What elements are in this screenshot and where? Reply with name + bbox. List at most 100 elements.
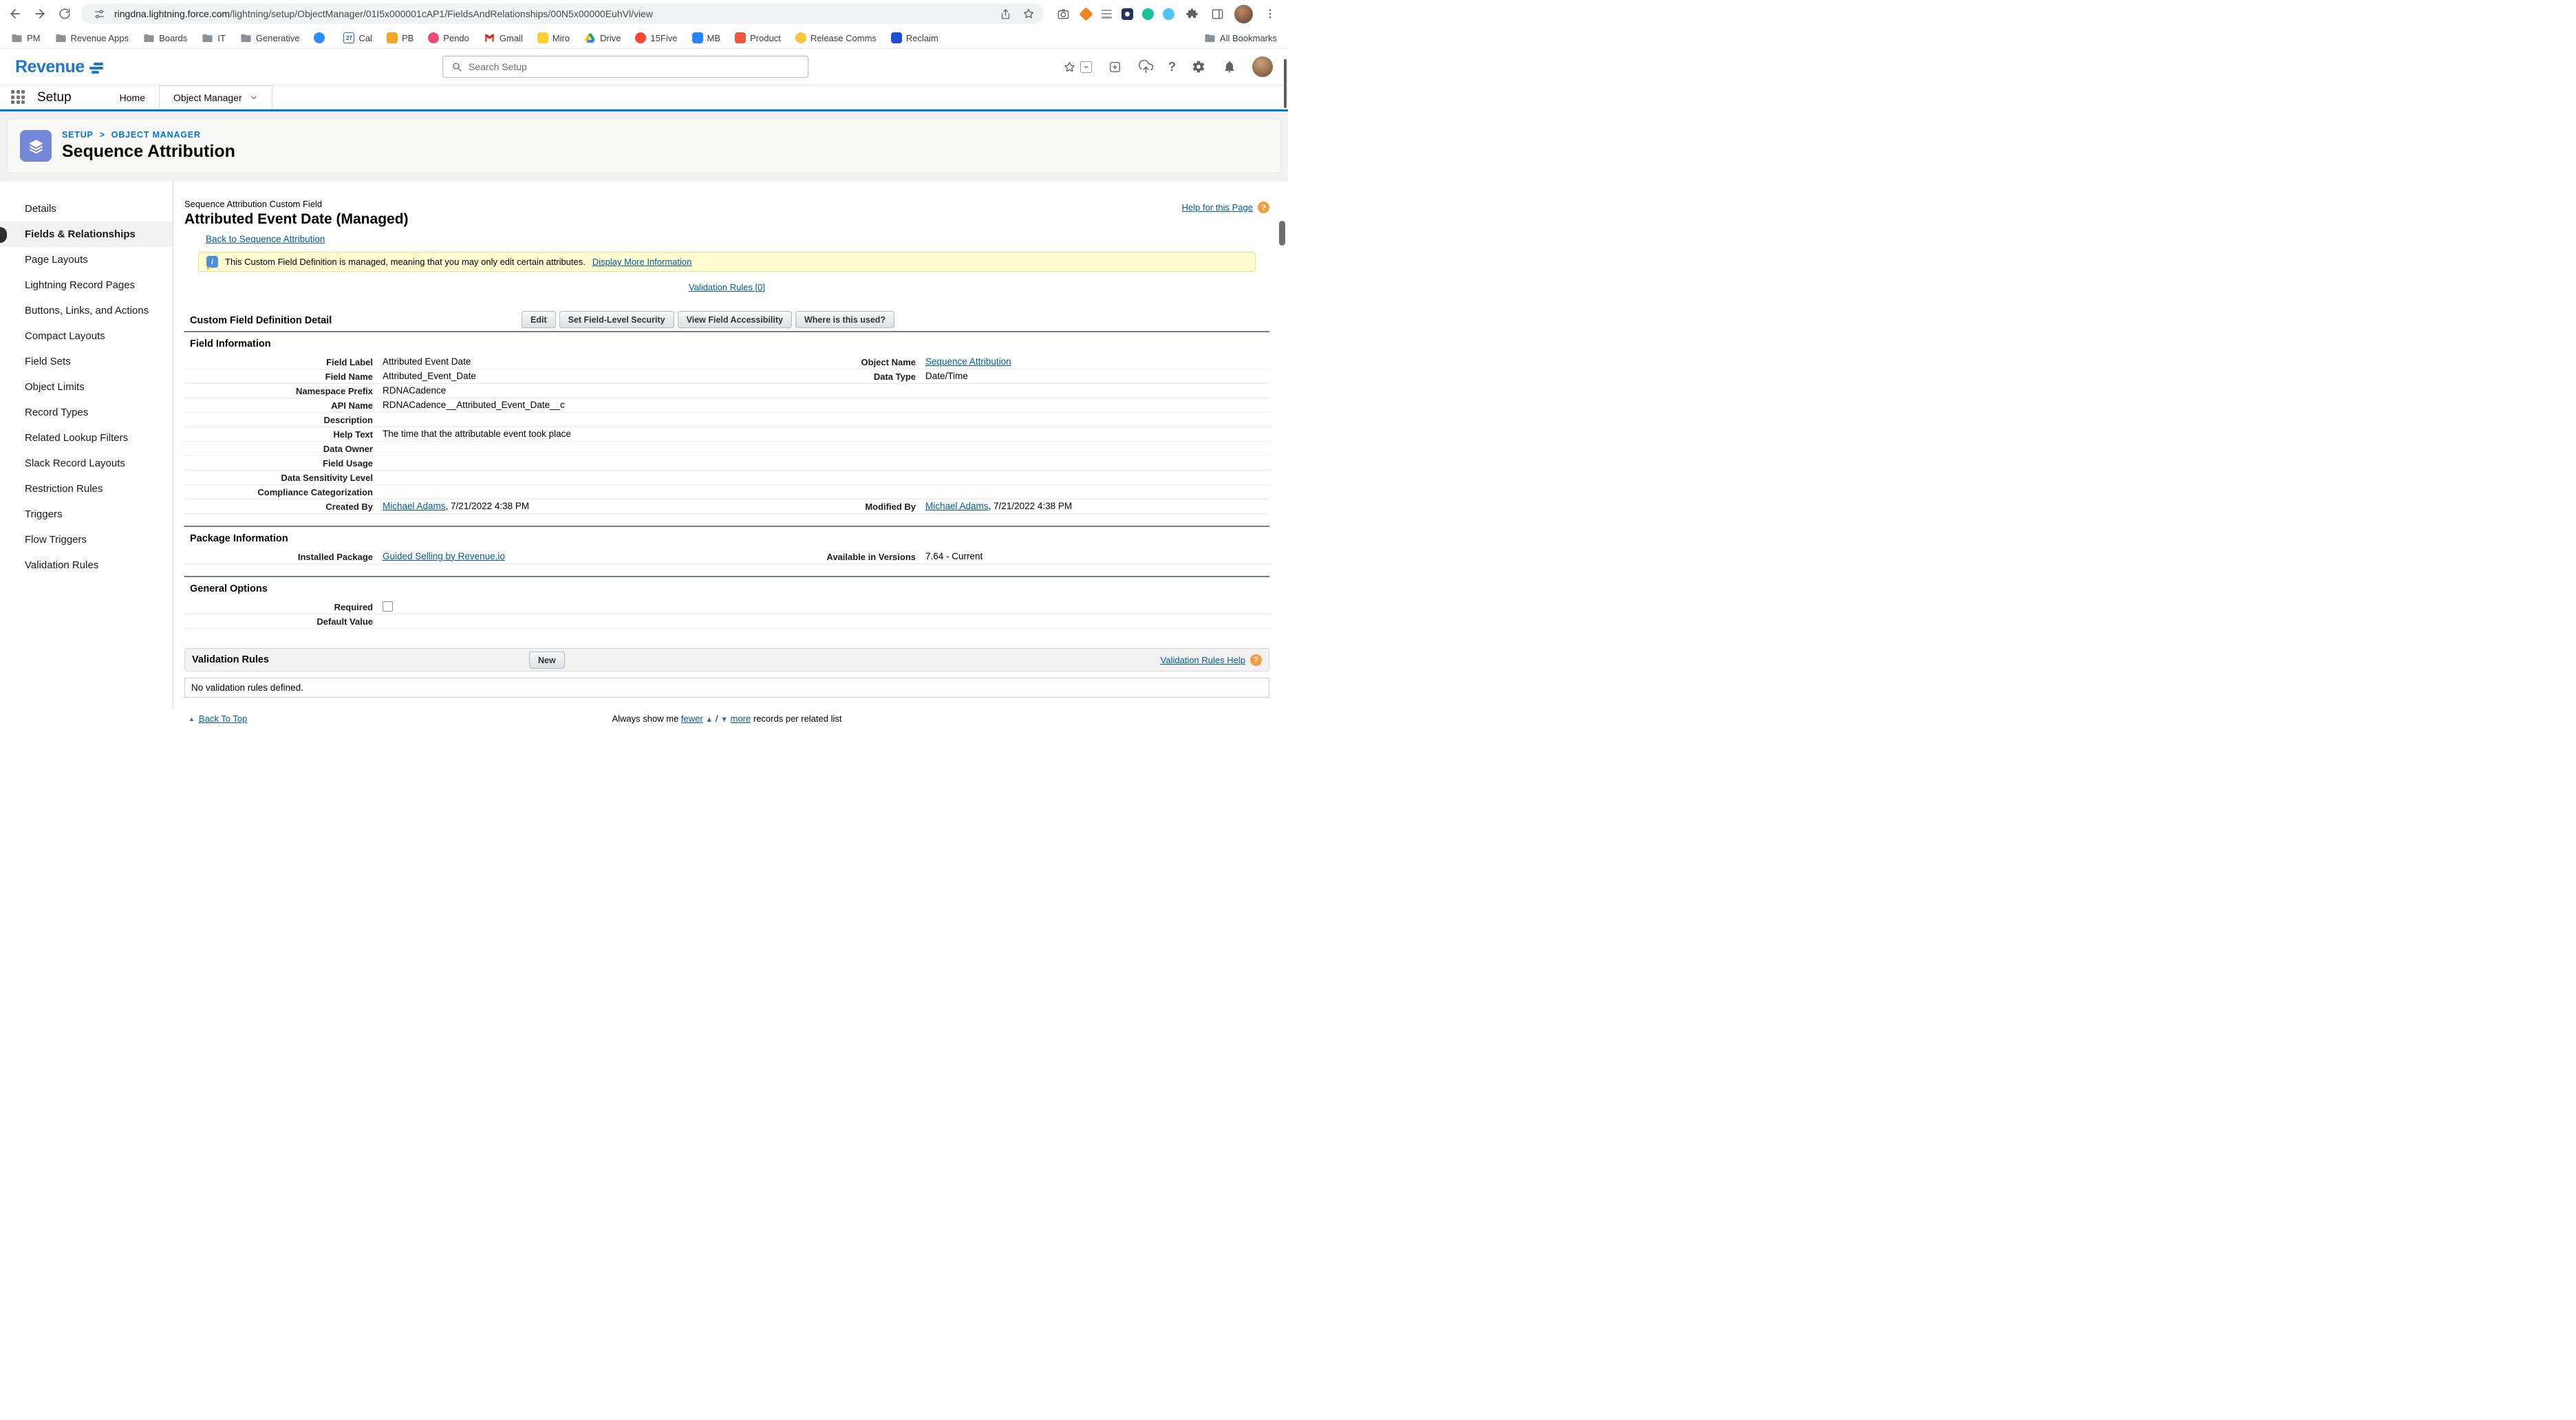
fewer-link[interactable]: fewer: [681, 713, 703, 724]
tab-object-manager[interactable]: Object Manager: [159, 85, 272, 109]
bookmark-unnamed[interactable]: [314, 32, 329, 43]
address-bar[interactable]: ringdna.lightning.force.com/lightning/se…: [81, 3, 1044, 24]
bookmark-product[interactable]: Product: [735, 32, 781, 43]
where-is-this-used-button[interactable]: Where is this used?: [795, 311, 894, 328]
bookmark-cal[interactable]: 27Cal: [343, 32, 372, 43]
help-for-page-icon[interactable]: ?: [1258, 202, 1269, 213]
sidebar-item-restriction-rules[interactable]: Restriction Rules: [0, 476, 173, 502]
detail-value: [925, 472, 1269, 484]
bookmark-drive[interactable]: Drive: [584, 32, 621, 44]
help-icon[interactable]: ?: [1168, 60, 1176, 74]
bookmark-star-icon[interactable]: [1020, 6, 1037, 22]
sidebar-item-buttons-links-actions[interactable]: Buttons, Links, and Actions: [0, 298, 173, 323]
bookmark-it[interactable]: IT: [202, 32, 226, 44]
display-more-information-link[interactable]: Display More Information: [592, 257, 692, 267]
extension-icon-2[interactable]: [1101, 8, 1113, 20]
back-to-object-link[interactable]: Back to Sequence Attribution: [206, 234, 325, 244]
breadcrumb-setup-link[interactable]: SETUP: [62, 130, 94, 140]
bookmark-label: Drive: [600, 33, 621, 43]
bookmark-revenue-apps[interactable]: Revenue Apps: [55, 32, 129, 44]
validation-rules-jump-link[interactable]: Validation Rules [0]: [689, 282, 765, 292]
tab-home[interactable]: Home: [106, 85, 159, 109]
bookmark-label: PB: [402, 33, 414, 43]
bookmark-reclaim[interactable]: Reclaim: [891, 32, 938, 43]
setup-search-box[interactable]: [442, 56, 808, 78]
browser-menu-icon[interactable]: [1262, 6, 1278, 22]
bookmark-generative[interactable]: Generative: [240, 32, 300, 44]
detail-row: Compliance Categorization: [184, 485, 1269, 499]
view-field-accessibility-button[interactable]: View Field Accessibility: [678, 311, 792, 328]
sidebar-item-object-limits[interactable]: Object Limits: [0, 374, 173, 400]
forward-icon[interactable]: [32, 6, 48, 22]
more-link[interactable]: more: [731, 713, 751, 724]
validation-rules-help-link[interactable]: Validation Rules Help: [1161, 655, 1245, 665]
reclaim-favicon: [891, 32, 902, 43]
browser-profile-avatar[interactable]: [1234, 5, 1253, 23]
favorites-star-icon[interactable]: [1061, 58, 1077, 75]
sidebar-item-triggers[interactable]: Triggers: [0, 502, 173, 527]
bookmark-mb[interactable]: MB: [692, 32, 721, 43]
fewer-arrow-icon[interactable]: ▲: [705, 716, 713, 724]
extension-icon-1[interactable]: [1079, 7, 1093, 21]
sidebar-item-lightning-record-pages[interactable]: Lightning Record Pages: [0, 272, 173, 298]
more-arrow-icon[interactable]: ▼: [720, 716, 728, 724]
setup-gear-icon[interactable]: [1190, 58, 1207, 75]
notifications-bell-icon[interactable]: [1221, 58, 1238, 75]
search-input[interactable]: [469, 61, 799, 72]
revenue-logo[interactable]: Revenue: [15, 57, 103, 77]
back-icon[interactable]: [7, 6, 23, 22]
help-for-page-link[interactable]: Help for this Page: [1182, 202, 1253, 213]
extension-icon-4[interactable]: [1163, 8, 1174, 20]
validation-rules-help-icon[interactable]: ?: [1250, 654, 1262, 666]
sidebar-item-field-sets[interactable]: Field Sets: [0, 349, 173, 374]
bookmark-gmail[interactable]: Gmail: [484, 32, 523, 44]
global-actions-plus-icon[interactable]: [1106, 58, 1123, 75]
sidebar-item-details[interactable]: Details: [0, 196, 173, 222]
extension-icon-3[interactable]: [1121, 8, 1133, 20]
bookmark-miro[interactable]: Miro: [537, 32, 570, 43]
modified-by-link[interactable]: Michael Adams: [925, 501, 989, 511]
favorites-caret-icon[interactable]: [1080, 61, 1092, 73]
sidebar-item-page-layouts[interactable]: Page Layouts: [0, 247, 173, 272]
extensions-puzzle-icon[interactable]: [1183, 6, 1200, 22]
detail-row: Created By Michael Adams, 7/21/2022 4:38…: [184, 499, 1269, 514]
sidebar-item-validation-rules[interactable]: Validation Rules: [0, 552, 173, 578]
browser-window: ringdna.lightning.force.com/lightning/se…: [0, 0, 1288, 710]
all-bookmarks-button[interactable]: All Bookmarks: [1204, 32, 1277, 44]
grammarly-extension-icon[interactable]: [1142, 8, 1154, 20]
reload-icon[interactable]: [56, 6, 73, 22]
user-avatar[interactable]: [1252, 56, 1273, 77]
bookmark-label: Revenue Apps: [71, 33, 129, 43]
required-checkbox[interactable]: [383, 601, 393, 612]
sidebar-item-flow-triggers[interactable]: Flow Triggers: [0, 527, 173, 552]
side-panel-icon[interactable]: [1209, 6, 1225, 22]
sidebar-item-record-types[interactable]: Record Types: [0, 400, 173, 425]
bookmark-pendo[interactable]: Pendo: [428, 32, 469, 43]
installed-package-link[interactable]: Guided Selling by Revenue.io: [383, 551, 505, 561]
share-icon[interactable]: [997, 6, 1013, 22]
screenshot-tool-icon[interactable]: [1055, 6, 1071, 22]
bookmark-release-comms[interactable]: Release Comms: [795, 32, 877, 43]
bookmark-15five[interactable]: 15Five: [635, 32, 677, 43]
new-validation-rule-button[interactable]: New: [529, 652, 565, 669]
sidebar-item-fields-relationships[interactable]: Fields & Relationships: [0, 222, 173, 247]
sidebar-item-slack-record-layouts[interactable]: Slack Record Layouts: [0, 451, 173, 476]
detail-label: Description: [184, 415, 373, 425]
bookmark-pm[interactable]: PM: [11, 32, 41, 44]
upload-cloud-icon[interactable]: [1137, 58, 1154, 75]
set-field-level-security-button[interactable]: Set Field-Level Security: [559, 311, 674, 328]
scrollbar-thumb[interactable]: [1284, 59, 1287, 108]
site-settings-icon[interactable]: [91, 6, 107, 22]
sidebar-item-related-lookup-filters[interactable]: Related Lookup Filters: [0, 425, 173, 451]
sidebar-item-compact-layouts[interactable]: Compact Layouts: [0, 323, 173, 349]
bookmark-pb[interactable]: PB: [387, 32, 414, 43]
created-by-link[interactable]: Michael Adams: [383, 501, 446, 511]
detail-value: [925, 400, 1269, 411]
breadcrumb-object-manager-link[interactable]: OBJECT MANAGER: [111, 130, 201, 140]
app-launcher-icon[interactable]: [11, 90, 25, 105]
edit-button[interactable]: Edit: [522, 311, 556, 328]
bookmark-label: Generative: [256, 33, 300, 43]
object-name-link[interactable]: Sequence Attribution: [925, 356, 1011, 367]
bookmark-boards[interactable]: Boards: [143, 32, 187, 44]
edge-handle-right[interactable]: [1279, 221, 1285, 246]
